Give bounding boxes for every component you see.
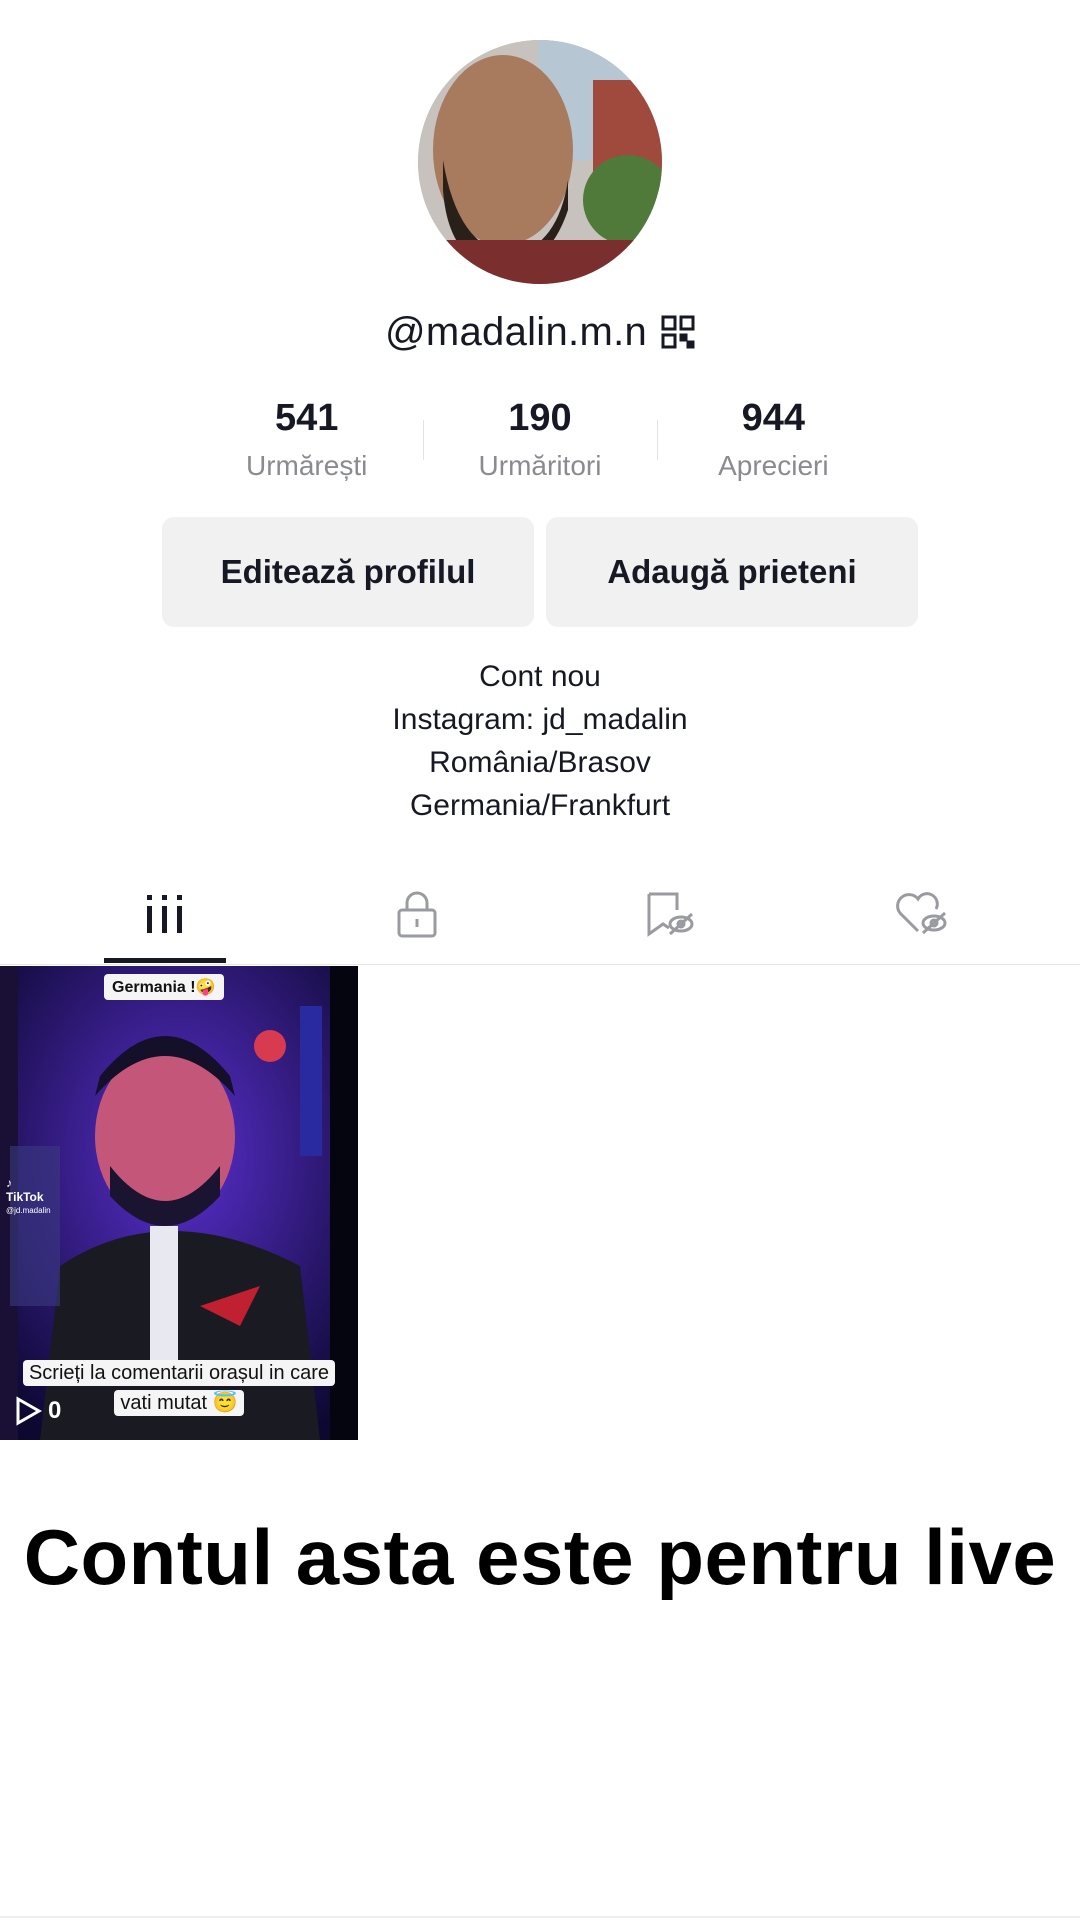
play-count-value: 0 (48, 1397, 62, 1424)
bio-line: Cont nou (479, 660, 601, 693)
stat-followers-label: Urmăritori (478, 450, 602, 481)
tab-videos[interactable] (30, 868, 300, 964)
play-icon (14, 1396, 42, 1426)
bio-line: România/Brasov (429, 746, 651, 779)
username-row: @madalin.m.n (0, 302, 1080, 362)
heart-hidden-icon (894, 891, 948, 942)
overlay-caption: Contul asta este pentru live (23, 1513, 1057, 1601)
tab-liked[interactable] (786, 868, 1056, 964)
stat-followers[interactable]: 190 Urmăritori (423, 392, 656, 486)
stat-following[interactable]: 541 Urmărești (190, 392, 423, 486)
play-count: 0 (14, 1396, 61, 1426)
tiktok-logo-icon: ♪ (6, 1176, 12, 1190)
edit-profile-button[interactable]: Editează profilul (162, 517, 534, 627)
profile-stats: 541 Urmărești 190 Urmăritori 944 Aprecie… (190, 392, 890, 492)
bio-line: Germania/Frankfurt (409, 789, 671, 822)
stat-likes-count: 944 (741, 397, 806, 439)
divider (0, 1916, 1080, 1918)
tab-private[interactable] (282, 868, 552, 964)
stat-likes[interactable]: 944 Aprecieri (656, 392, 890, 486)
username: @madalin.m.n (384, 309, 648, 354)
active-tab-indicator (104, 958, 226, 963)
bio-line: Instagram: jd_madalin (392, 703, 688, 736)
stat-following-count: 541 (274, 397, 339, 439)
profile-avatar[interactable] (418, 40, 662, 284)
video-caption-bottom-text: Scrieți la comentarii orașul in care vat… (22, 1360, 336, 1416)
stat-following-label: Urmărești (245, 450, 368, 481)
profile-tabs (0, 868, 1080, 965)
video-caption-top: Germania !🤪 (104, 974, 224, 1000)
bookmark-hidden-icon (643, 890, 695, 943)
video-thumbnail[interactable]: Germania !🤪 ♪ TikTok @jd.madalin Scrieți… (0, 966, 358, 1440)
tab-saved[interactable] (534, 868, 804, 964)
stat-followers-count: 190 (508, 397, 572, 439)
video-caption-bottom: Scrieți la comentarii orașul in care vat… (16, 1358, 342, 1418)
qr-code-icon[interactable] (661, 315, 695, 349)
profile-bio: Cont nou Instagram: jd_madalin România/B… (0, 655, 1080, 827)
grid-videos-icon (145, 893, 185, 940)
add-friends-button[interactable]: Adaugă prieteni (546, 517, 918, 627)
tiktok-watermark: ♪ TikTok @jd.madalin (6, 1176, 51, 1218)
watermark-handle: @jd.madalin (6, 1206, 51, 1215)
stat-likes-label: Aprecieri (718, 450, 829, 481)
lock-icon (395, 890, 439, 943)
watermark-brand: TikTok (6, 1190, 44, 1204)
